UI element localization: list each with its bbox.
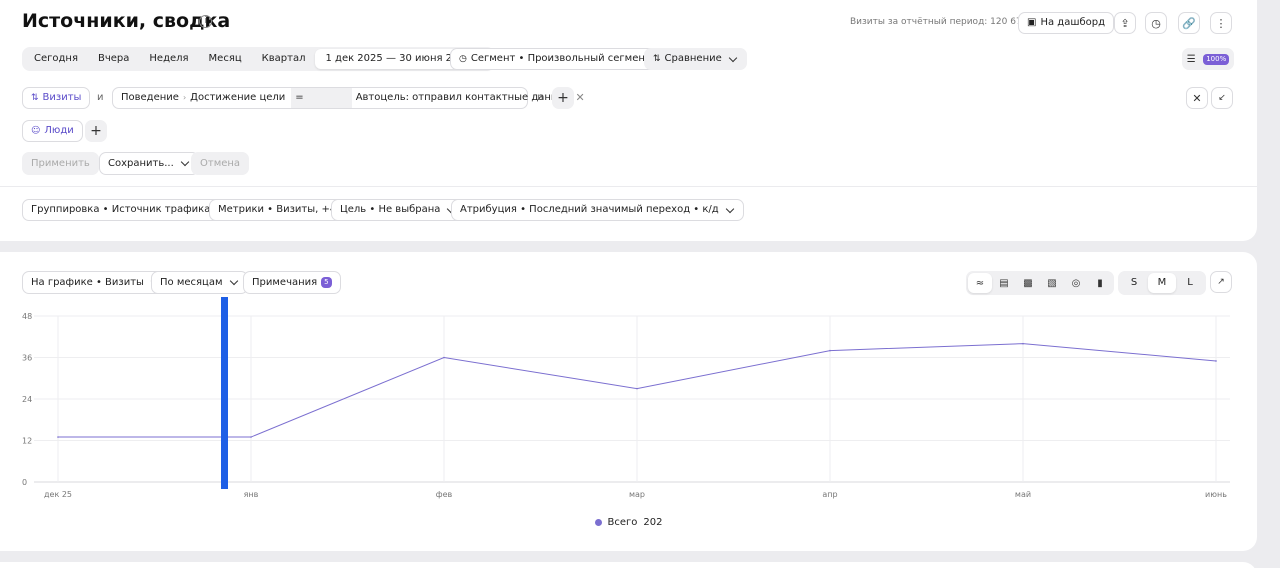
goal-filter[interactable]: Поведение › Достижение цели = Автоцель: …: [112, 87, 585, 109]
chart-legend: Всего 202: [0, 517, 1257, 528]
chevron-down-icon: [229, 276, 238, 286]
bar-chart-icon[interactable]: ▩: [1016, 273, 1040, 293]
line-chart-icon[interactable]: ≈: [968, 273, 992, 293]
y-tick-label: 12: [22, 437, 32, 446]
metrics-dropdown[interactable]: Метрики • Визиты, +4: [209, 199, 346, 221]
visits-filter-chip[interactable]: ⇅ Визиты: [22, 87, 91, 109]
x-tick-label: май: [1015, 490, 1031, 499]
selection-marker[interactable]: [221, 297, 228, 489]
period-yesterday[interactable]: Вчера: [88, 49, 139, 69]
data-point: [1215, 360, 1217, 362]
compare-dropdown[interactable]: ⇅ Сравнение: [644, 48, 747, 70]
period-month[interactable]: Месяц: [199, 49, 252, 69]
column-chart-icon[interactable]: ▮: [1088, 273, 1112, 293]
size-s-button[interactable]: S: [1120, 273, 1148, 293]
person-icon: ☺: [31, 126, 41, 136]
data-point: [250, 436, 252, 438]
chart-type-selector: ≈ ▤ ▩ ▧ ◎ ▮: [966, 271, 1114, 295]
chart-metric-dropdown[interactable]: На графике • Визиты: [22, 271, 169, 294]
divider: [0, 186, 1257, 187]
y-tick-label: 0: [22, 478, 27, 487]
x-tick-label: дек 25: [44, 490, 72, 499]
stacked-bar-icon[interactable]: ▧: [1040, 273, 1064, 293]
x-tick-label: мар: [629, 490, 645, 499]
and-label: и: [97, 92, 104, 103]
sampling-badge: 100%: [1203, 53, 1230, 65]
x-tick-label: фев: [436, 490, 453, 499]
link-icon: 🔗: [1182, 16, 1196, 30]
notes-count-badge: 5: [321, 277, 332, 288]
report-settings-card: Источники, сводка i Визиты за отчётный п…: [0, 0, 1257, 241]
data-point: [636, 387, 638, 390]
dashboard-icon: ▣: [1027, 17, 1037, 28]
apply-button[interactable]: Применить: [22, 152, 99, 175]
more-menu-button[interactable]: ⋮: [1210, 12, 1232, 34]
period-today[interactable]: Сегодня: [24, 49, 88, 69]
period-quarter[interactable]: Квартал: [252, 49, 316, 69]
legend-total: 202: [643, 517, 663, 528]
clear-filters-button[interactable]: ✕: [1186, 87, 1208, 109]
share-link-button[interactable]: 🔗: [1178, 12, 1200, 34]
close-icon: ✕: [1192, 91, 1202, 105]
x-tick-label: янв: [244, 490, 259, 499]
data-point: [829, 349, 831, 352]
history-button[interactable]: ◷: [1145, 12, 1167, 34]
expand-icon: ↗: [1217, 277, 1225, 287]
data-point: [57, 436, 59, 438]
close-icon[interactable]: ✕: [576, 88, 585, 108]
chevron-down-icon: [725, 204, 734, 213]
plus-icon: +: [90, 123, 102, 139]
detail-dropdown[interactable]: По месяцам: [151, 271, 248, 294]
compare-icon: ⇅: [653, 54, 661, 64]
save-dropdown[interactable]: Сохранить...: [99, 152, 199, 175]
collapse-filters-button[interactable]: ↙: [1211, 87, 1233, 109]
visits-icon: ⇅: [31, 93, 39, 103]
notes-button[interactable]: Примечания 5: [243, 271, 341, 294]
x-tick-label: июнь: [1205, 490, 1227, 499]
and-label: и: [537, 92, 544, 103]
stacked-area-icon[interactable]: ▤: [992, 273, 1016, 293]
table-card: [0, 562, 1257, 568]
visits-total-text: Визиты за отчётный период: 120 672: [850, 17, 1028, 27]
legend-label: Всего: [607, 517, 638, 528]
to-dashboard-button[interactable]: ▣ На дашборд: [1018, 12, 1115, 34]
segment-dropdown[interactable]: ◷ Сегмент • Произвольный сегмент: [450, 48, 676, 70]
cancel-button[interactable]: Отмена: [191, 152, 250, 175]
people-filter-chip[interactable]: ☺ Люди: [22, 120, 83, 142]
size-l-button[interactable]: L: [1176, 273, 1204, 293]
chevron-down-icon: [728, 53, 738, 62]
info-icon[interactable]: i: [199, 15, 212, 28]
collapse-icon: ↙: [1218, 93, 1226, 103]
chart-size-selector: S M L: [1118, 271, 1206, 295]
clock-icon: ◷: [459, 54, 467, 64]
y-tick-label: 48: [22, 312, 32, 321]
visits-line-chart: 0 12 24 36 48 дек 25 янв фев мар апр май июнь: [22, 312, 1230, 499]
goal-dropdown[interactable]: Цель • Не выбрана: [331, 199, 466, 221]
upload-icon: ⇪: [1120, 16, 1130, 30]
chevron-right-icon: ›: [182, 93, 187, 102]
plus-icon: +: [557, 90, 569, 106]
operator-equals[interactable]: =: [291, 88, 352, 108]
y-tick-label: 24: [22, 395, 32, 404]
expand-chart-button[interactable]: ↗: [1210, 271, 1232, 293]
add-filter-button[interactable]: +: [552, 87, 574, 109]
y-tick-label: 36: [22, 354, 32, 363]
data-point: [1022, 342, 1024, 345]
size-m-button[interactable]: M: [1148, 273, 1176, 293]
export-button[interactable]: ⇪: [1114, 12, 1136, 34]
grouping-dropdown[interactable]: Группировка • Источник трафика, +2: [22, 199, 241, 221]
more-vertical-icon: ⋮: [1215, 16, 1227, 30]
period-week[interactable]: Неделя: [139, 49, 198, 69]
sliders-icon: ☰: [1186, 53, 1196, 65]
add-people-filter-button[interactable]: +: [85, 120, 107, 142]
period-selector: Сегодня Вчера Неделя Месяц Квартал 1 дек…: [22, 47, 496, 71]
chevron-down-icon: [180, 157, 190, 167]
pie-chart-icon[interactable]: ◎: [1064, 273, 1088, 293]
attribution-dropdown[interactable]: Атрибуция • Последний значимый переход •…: [451, 199, 744, 221]
sampling-button[interactable]: ☰ 100%: [1182, 48, 1234, 70]
clock-icon: ◷: [1151, 16, 1161, 30]
x-tick-label: апр: [822, 490, 837, 499]
data-point: [443, 356, 445, 359]
legend-dot: [594, 519, 602, 526]
